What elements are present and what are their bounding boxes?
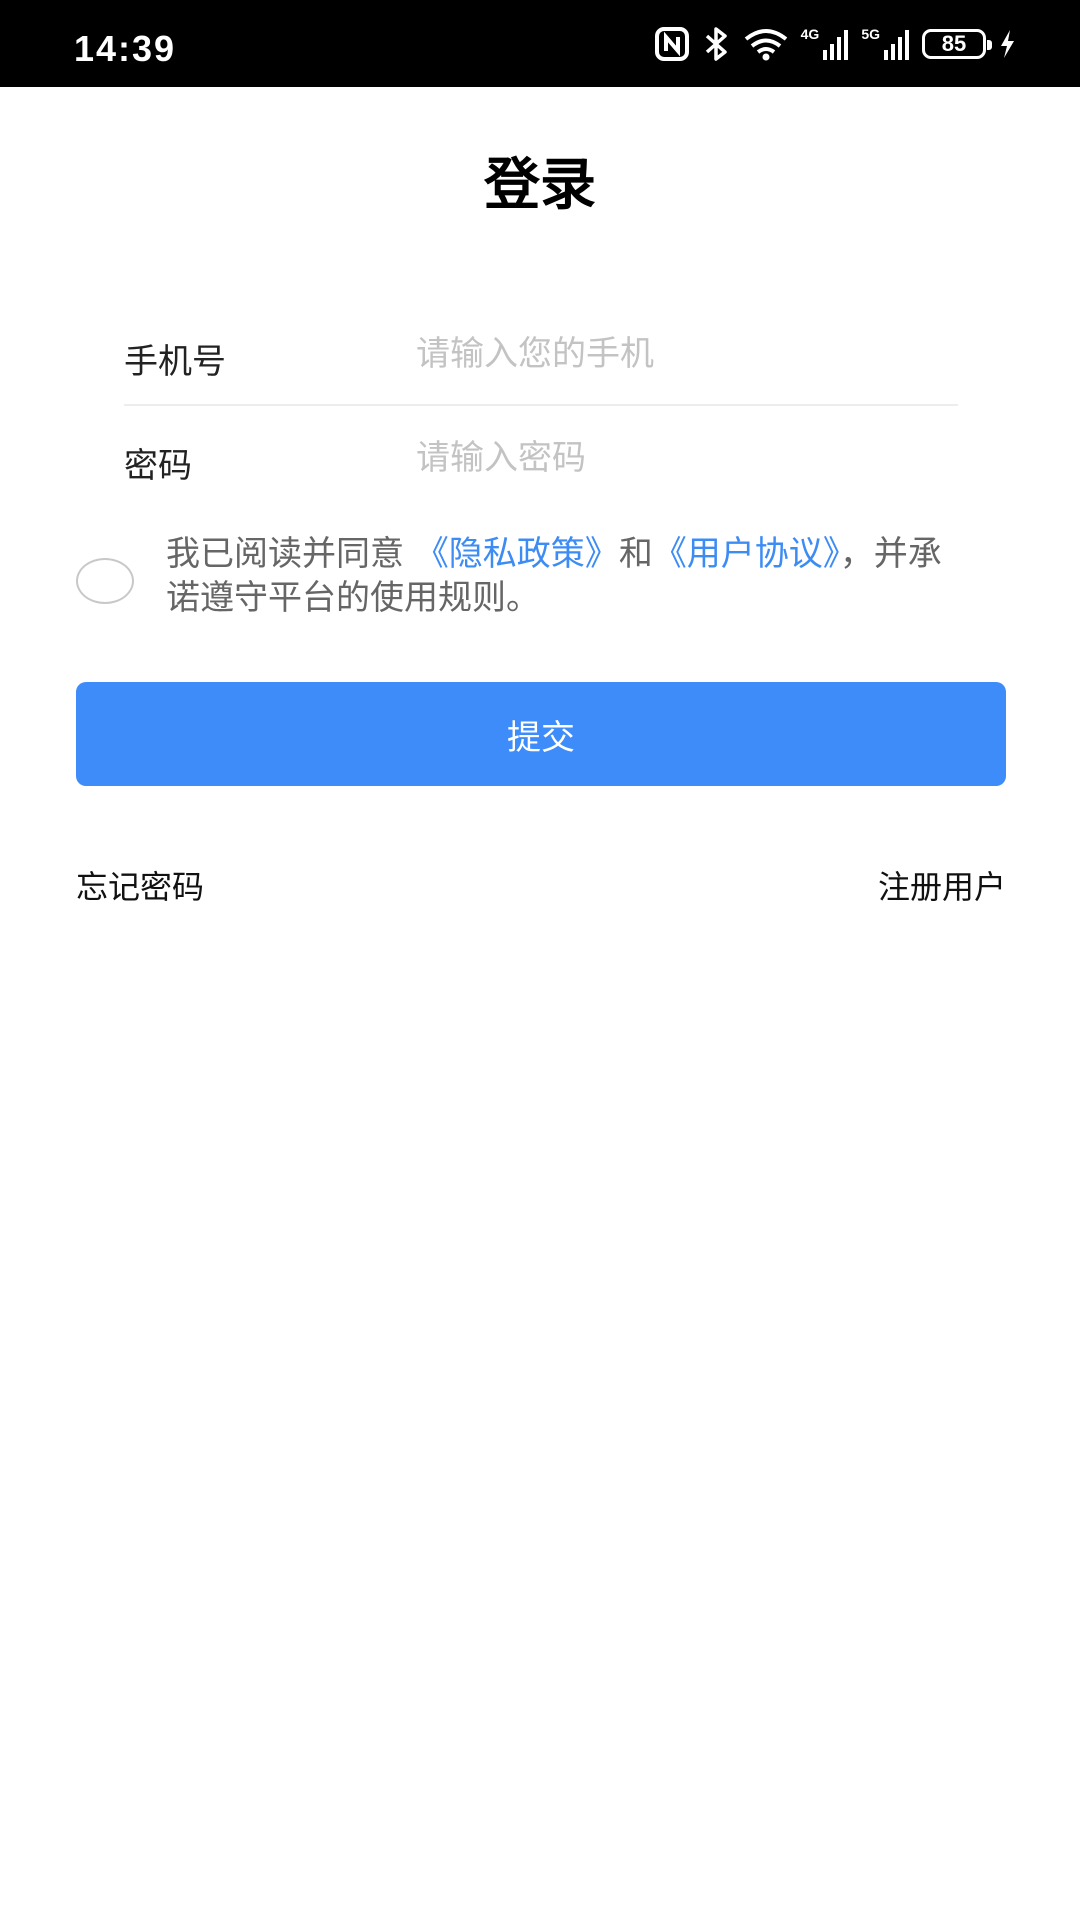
- status-icons: 4G 5G 85: [654, 24, 1016, 64]
- signal-5g-icon: [884, 28, 910, 60]
- privacy-policy-link[interactable]: 《隐私政策》: [415, 534, 619, 574]
- nfc-icon: [654, 27, 689, 61]
- phone-input[interactable]: [416, 322, 936, 386]
- agreement-checkbox[interactable]: [76, 558, 134, 604]
- user-agreement-link[interactable]: 《用户协议》: [653, 534, 840, 574]
- submit-button[interactable]: 提交: [76, 682, 1006, 786]
- status-time: 14:39: [74, 28, 177, 69]
- battery-level: 85: [941, 31, 967, 56]
- password-row: 密码: [124, 406, 958, 510]
- password-label: 密码: [124, 446, 192, 486]
- charging-icon: [998, 29, 1016, 59]
- net-label-4g: 4G: [800, 26, 820, 42]
- bluetooth-icon: [701, 26, 731, 62]
- phone-row: 手机号: [124, 302, 958, 406]
- agreement-text: 我已阅读并同意 《隐私政策》和《用户协议》，并承诺遵守平台的使用规则。: [166, 532, 946, 620]
- net-label-5g: 5G: [861, 26, 880, 42]
- register-link[interactable]: 注册用户: [878, 862, 1006, 908]
- password-input[interactable]: [416, 426, 936, 490]
- wifi-icon: [743, 27, 789, 61]
- status-bar: 14:39 4G 5G 85: [0, 0, 1080, 87]
- signal-4g-icon: [823, 28, 849, 60]
- page-title: 登录: [484, 153, 596, 218]
- agreement-and: 和: [618, 534, 653, 574]
- phone-label: 手机号: [124, 342, 226, 382]
- forgot-password-link[interactable]: 忘记密码: [76, 862, 204, 908]
- agreement-prefix: 我已阅读并同意: [166, 534, 415, 574]
- battery-icon: 85: [922, 29, 992, 59]
